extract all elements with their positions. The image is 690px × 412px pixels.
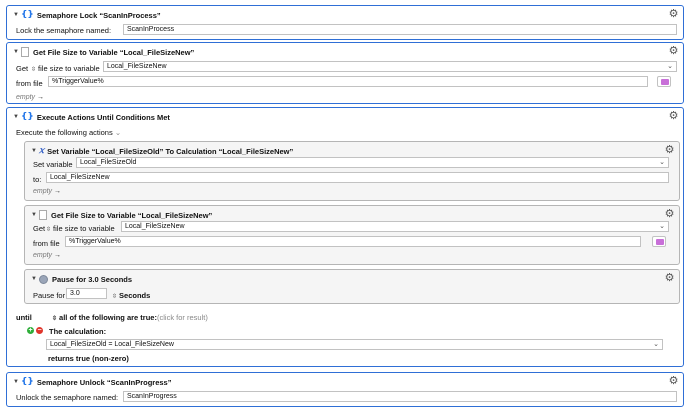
chevron-down-icon[interactable]: ⌄ [115,128,121,137]
add-condition-icon[interactable]: + [27,327,34,334]
condition-mode-popup[interactable]: ⇳ all of the following are true: [52,313,157,322]
braces-icon: {} [21,377,34,387]
folder-icon[interactable] [657,76,671,87]
action-title: Set Variable “Local_FileSizeOld” To Calc… [47,146,294,156]
variable-value: Local_FileSizeNew [107,63,167,70]
pause-icon [39,274,48,284]
action-title: Get File Size to Variable “Local_FileSiz… [33,47,195,57]
pause-duration-field[interactable]: 3.0 [66,288,107,299]
to-label: to: [33,175,42,184]
mode-popup[interactable]: ⇳ file size to variable [46,224,115,233]
variable-field[interactable]: Local_FileSizeNew ⌄ [103,61,677,72]
variable-value: Local_FileSizeNew [125,223,185,230]
semaphore-unlock-label: Unlock the semaphore named: [16,393,119,402]
semaphore-lock-header[interactable]: ▼ {} Semaphore Lock “ScanInProcess” [13,9,679,21]
time-unit-popup[interactable]: ⇳ Seconds [112,291,150,300]
click-for-result-link[interactable]: (click for result) [157,313,208,322]
gear-icon[interactable]: ⚙ [664,145,675,156]
gear-icon[interactable]: ⚙ [664,273,675,284]
pause-header[interactable]: ▼ Pause for 3.0 Seconds [31,273,675,285]
chevron-down-icon[interactable]: ⌄ [659,222,665,231]
file-icon [39,210,47,220]
gear-icon[interactable]: ⚙ [668,9,679,20]
returns-label: returns true (non-zero) [48,354,129,363]
execute-until-action[interactable]: ▼ {} Execute Actions Until Conditions Me… [6,107,684,367]
get-file-size-header[interactable]: ▼ Get File Size to Variable “Local_FileS… [31,209,675,221]
empty-actions-label[interactable]: empty → [33,252,61,259]
braces-icon: {} [21,10,34,20]
action-title: Execute Actions Until Conditions Met [36,112,170,122]
get-label: Get [16,64,29,73]
disclosure-triangle-icon[interactable]: ▼ [31,148,39,154]
pause-action[interactable]: ▼ Pause for 3.0 Seconds ⚙ Pause for 3.0 … [24,269,680,304]
semaphore-lock-action[interactable]: ▼ {} Semaphore Lock “ScanInProcess” ⚙ Lo… [6,5,684,40]
gear-icon[interactable]: ⚙ [668,46,679,57]
semaphore-unlock-header[interactable]: ▼ {} Semaphore Unlock “ScanInProgress” [13,376,679,388]
disclosure-triangle-icon[interactable]: ▼ [13,12,21,18]
calculation-label: The calculation: [49,327,107,336]
variable-field[interactable]: Local_FileSizeOld ⌄ [76,157,669,168]
folder-icon[interactable] [652,236,666,247]
disclosure-triangle-icon[interactable]: ▼ [13,379,21,385]
empty-actions-label[interactable]: empty → [16,94,44,101]
set-variable-label: Set variable [33,160,73,169]
gear-icon[interactable]: ⚙ [664,209,675,220]
up-down-arrows-icon: ⇳ [112,294,118,300]
get-file-size-header[interactable]: ▼ Get File Size to Variable “Local_FileS… [13,46,679,58]
up-down-arrows-icon: ⇳ [31,67,37,73]
action-title: Get File Size to Variable “Local_FileSiz… [51,210,213,220]
calculation-field[interactable]: Local_FileSizeNew [46,172,669,183]
pause-for-label: Pause for [33,291,66,300]
from-file-label: from file [33,239,60,248]
get-file-size-action[interactable]: ▼ Get File Size to Variable “Local_FileS… [24,205,680,265]
execute-following-label[interactable]: Execute the following actions ⌄ [16,128,121,137]
until-label: until [16,313,32,322]
remove-condition-icon[interactable]: − [36,327,43,334]
file-icon [21,47,29,57]
get-file-size-action[interactable]: ▼ Get File Size to Variable “Local_FileS… [6,42,684,104]
file-path-field[interactable]: %TriggerValue% [65,236,641,247]
gear-icon[interactable]: ⚙ [668,376,679,387]
empty-actions-label[interactable]: empty → [33,188,61,195]
execute-until-header[interactable]: ▼ {} Execute Actions Until Conditions Me… [13,111,679,123]
action-title: Pause for 3.0 Seconds [52,274,133,284]
braces-icon: {} [21,112,34,122]
disclosure-triangle-icon[interactable]: ▼ [13,114,21,120]
disclosure-triangle-icon[interactable]: ▼ [13,49,21,55]
calculation-value: Local_FileSizeOld = Local_FileSizeNew [50,341,174,348]
variable-field[interactable]: Local_FileSizeNew ⌄ [121,221,669,232]
calculation-icon: 𝑥 [39,146,45,156]
file-path-field[interactable]: %TriggerValue% [48,76,648,87]
action-title: Semaphore Unlock “ScanInProgress” [36,377,172,387]
disclosure-triangle-icon[interactable]: ▼ [31,212,39,218]
mode-popup[interactable]: ⇳ file size to variable [31,64,100,73]
chevron-down-icon[interactable]: ⌄ [659,158,665,167]
set-variable-action[interactable]: ▼ 𝑥 Set Variable “Local_FileSizeOld” To … [24,141,680,201]
semaphore-unlock-name-field[interactable]: ScanInProgress [123,391,677,402]
from-file-label: from file [16,79,43,88]
get-label: Get [33,224,46,233]
up-down-arrows-icon: ⇳ [46,227,52,233]
disclosure-triangle-icon[interactable]: ▼ [31,276,39,282]
set-variable-header[interactable]: ▼ 𝑥 Set Variable “Local_FileSizeOld” To … [31,145,675,157]
up-down-arrows-icon: ⇳ [52,316,58,322]
semaphore-lock-label: Lock the semaphore named: [16,26,112,35]
semaphore-lock-name-field[interactable]: ScanInProcess [123,24,677,35]
condition-calculation-field[interactable]: Local_FileSizeOld = Local_FileSizeNew ⌄ [46,339,663,350]
semaphore-unlock-action[interactable]: ▼ {} Semaphore Unlock “ScanInProgress” ⚙… [6,372,684,407]
variable-value: Local_FileSizeOld [80,159,137,166]
action-title: Semaphore Lock “ScanInProcess” [36,10,161,20]
chevron-down-icon[interactable]: ⌄ [667,62,673,71]
gear-icon[interactable]: ⚙ [668,111,679,122]
chevron-down-icon[interactable]: ⌄ [653,340,659,349]
